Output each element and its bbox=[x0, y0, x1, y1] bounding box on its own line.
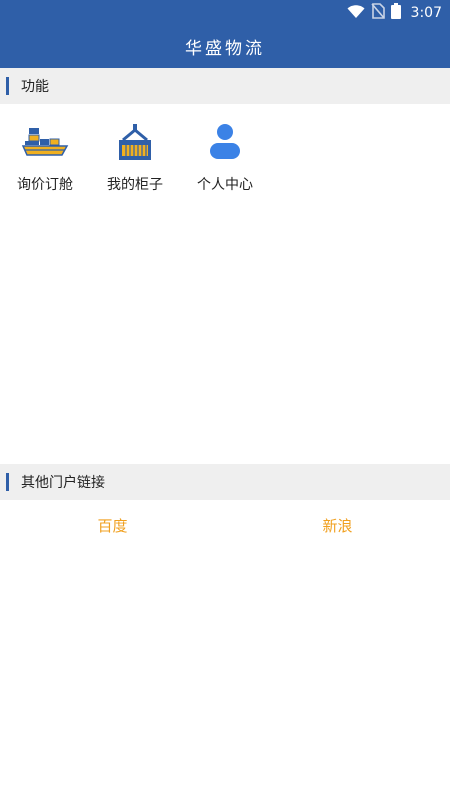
wifi-icon bbox=[347, 4, 365, 23]
clock: 3:07 bbox=[410, 5, 442, 21]
portal-links: 百度 新浪 bbox=[0, 506, 450, 544]
links-section-header: 其他门户链接 bbox=[0, 464, 450, 500]
link-sina[interactable]: 新浪 bbox=[225, 506, 450, 544]
func-label: 我的柜子 bbox=[107, 177, 163, 193]
user-icon bbox=[201, 122, 249, 166]
no-sim-icon bbox=[370, 3, 385, 23]
app-title: 华盛物流 bbox=[185, 39, 265, 59]
battery-icon bbox=[390, 3, 401, 23]
func-label: 询价订舱 bbox=[17, 177, 73, 193]
func-item-inquiry-booking[interactable]: 询价订舱 bbox=[0, 104, 90, 194]
functions-section-title: 功能 bbox=[21, 79, 49, 95]
link-baidu[interactable]: 百度 bbox=[0, 506, 225, 544]
func-item-my-containers[interactable]: 我的柜子 bbox=[90, 104, 180, 194]
functions-grid: 询价订舱 我的柜子 个人中心 bbox=[0, 104, 450, 194]
app-bar: 华盛物流 bbox=[0, 25, 450, 68]
section-accent-bar bbox=[6, 77, 9, 95]
section-accent-bar bbox=[6, 473, 9, 491]
container-icon bbox=[111, 122, 159, 166]
status-icons: 3:07 bbox=[347, 3, 442, 23]
links-section-title: 其他门户链接 bbox=[21, 475, 105, 491]
functions-section-header: 功能 bbox=[0, 68, 450, 104]
status-bar: 3:07 bbox=[0, 0, 450, 25]
cargo-ship-icon bbox=[21, 122, 69, 166]
func-item-personal-center[interactable]: 个人中心 bbox=[180, 104, 270, 194]
func-label: 个人中心 bbox=[197, 177, 253, 193]
